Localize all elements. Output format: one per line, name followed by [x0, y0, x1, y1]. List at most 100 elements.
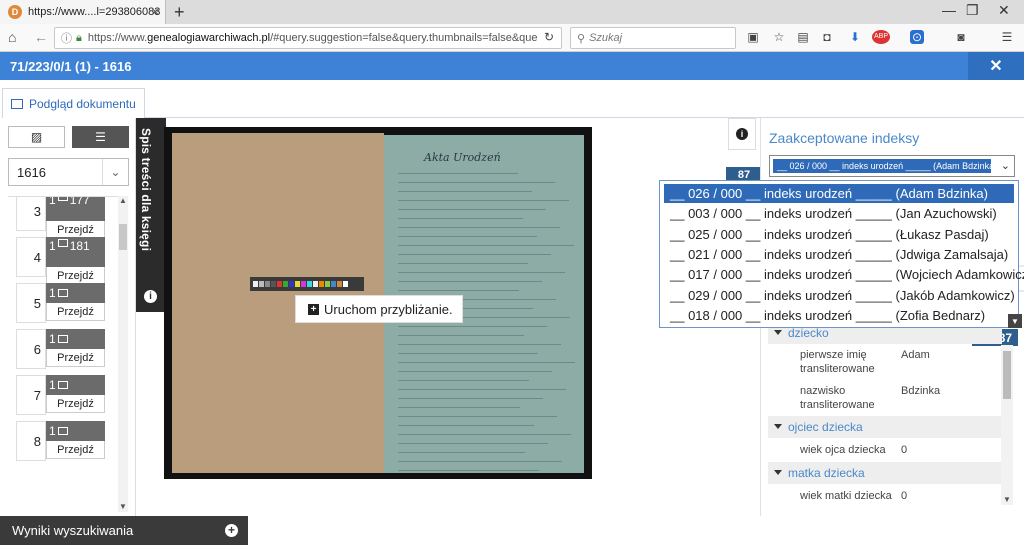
info-button[interactable]: i: [728, 118, 756, 150]
image-icon: ▨: [30, 130, 43, 144]
new-tab-button[interactable]: +: [174, 2, 185, 23]
list-icon: ☰: [95, 130, 106, 144]
page-list-scrollbar[interactable]: ▲ ▼: [118, 196, 128, 512]
badge-count: 1: [49, 332, 56, 346]
section-father[interactable]: ojciec dziecka: [768, 416, 1002, 438]
chevron-down-icon: ⌄: [102, 159, 128, 185]
page-select[interactable]: 1616 ⌄: [8, 158, 129, 186]
scan-handwriting-line: [398, 425, 534, 426]
pocket-icon[interactable]: ◘: [820, 30, 834, 44]
home-icon[interactable]: ⌂: [8, 29, 16, 45]
page-list-item[interactable]: 5 1 Przejdź: [8, 283, 118, 329]
dropdown-option[interactable]: __ 029 / 000 __ indeks urodzeń _____ (Ja…: [664, 286, 1015, 305]
browser-tab-bar: D https://www....l=293806083 × + — ❐ ✕: [0, 0, 1024, 24]
image-icon: [57, 197, 68, 201]
menu-icon[interactable]: ☰: [1000, 30, 1014, 44]
reload-icon[interactable]: ↻: [544, 30, 554, 44]
page-list-item[interactable]: 3 1 177 Przejdź: [8, 197, 118, 239]
record-row: pierwsze imię transliterowane Adam: [768, 348, 1002, 384]
scan-handwriting-line: [398, 470, 539, 471]
dropdown-scroll-down-icon[interactable]: ▼: [1008, 314, 1022, 328]
page-select-value: 1616: [17, 164, 46, 180]
dropdown-option[interactable]: __ 017 / 000 __ indeks urodzeń _____ (Wo…: [664, 265, 1024, 284]
goto-button[interactable]: Przejdź: [46, 395, 105, 413]
dropdown-option[interactable]: __ 025 / 000 __ indeks urodzeń _____ (Łu…: [664, 225, 1014, 244]
minimize-icon[interactable]: —: [942, 2, 956, 18]
record-scrollbar[interactable]: ▼: [1001, 345, 1013, 505]
page-number: 5: [16, 283, 46, 323]
dropdown-option[interactable]: __ 018 / 000 __ indeks urodzeń _____ (Zo…: [664, 306, 1014, 325]
zoom-label: Uruchom przybliżanie.: [324, 301, 453, 317]
toc-label: Spis treści dla księgi: [139, 128, 153, 252]
url-bar[interactable]: ⓘ 🔒︎ https://www. genealogiawarchiwach.pl…: [54, 27, 562, 49]
adblock-icon[interactable]: ABP: [872, 30, 890, 44]
close-viewer-button[interactable]: ✕: [968, 52, 1024, 80]
badge-count: 1: [49, 378, 56, 392]
scan-handwriting-line: [398, 380, 529, 381]
scrollbar-thumb[interactable]: [119, 224, 127, 250]
plus-circle-icon[interactable]: +: [225, 524, 238, 537]
tab-label: Podgląd dokumentu: [29, 96, 136, 111]
tab-close-icon[interactable]: ×: [151, 4, 159, 19]
goto-button[interactable]: Przejdź: [46, 349, 105, 367]
start-zoom-button[interactable]: + Uruchom przybliżanie.: [295, 295, 463, 323]
section-mother[interactable]: matka dziecka: [768, 462, 1002, 484]
scan-handwriting-line: [398, 344, 561, 345]
screenshot-icon[interactable]: ◙: [954, 30, 968, 44]
download-icon[interactable]: ⬇: [848, 30, 862, 44]
field-label: wiek matki dziecka: [800, 490, 892, 502]
index-select-value: __ 026 / 000 __ indeks urodzeń _____ (Ad…: [773, 159, 991, 173]
scroll-up-icon[interactable]: ▲: [118, 196, 128, 206]
scan-handwriting-line: [398, 263, 528, 264]
scan-handwriting-line: [398, 245, 574, 246]
scrollbar-thumb[interactable]: [1003, 351, 1011, 399]
scan-handwriting-line: [398, 452, 525, 453]
page-list-item[interactable]: 7 1 Przejdź: [8, 375, 118, 421]
back-icon[interactable]: ←: [34, 29, 48, 45]
thumbnail-view-button[interactable]: ▨: [8, 126, 65, 148]
page-number: 8: [16, 421, 46, 461]
dropdown-option[interactable]: __ 021 / 000 __ indeks urodzeń _____ (Jd…: [664, 245, 1014, 264]
bookmark-star-icon[interactable]: ☆: [772, 30, 786, 44]
browser-tab[interactable]: D https://www....l=293806083 ×: [0, 0, 166, 24]
document-tab-row: Podgląd dokumentu: [0, 80, 1024, 118]
badge-count: 1: [49, 286, 56, 300]
info-icon: ⓘ: [61, 33, 72, 45]
goto-button[interactable]: Przejdź: [46, 441, 105, 459]
page-index-badge: 1: [46, 283, 105, 303]
index-select[interactable]: __ 026 / 000 __ indeks urodzeń _____ (Ad…: [769, 155, 1015, 177]
document-title: 71/223/0/1 (1) - 1616: [10, 59, 132, 74]
search-results-bar[interactable]: Wyniki wyszukiwania +: [0, 516, 248, 545]
scan-handwriting-line: [398, 434, 571, 435]
list-view-button[interactable]: ☰: [72, 126, 129, 148]
search-input[interactable]: ⚲ Szukaj: [570, 27, 736, 49]
window-close-icon[interactable]: ✕: [998, 2, 1010, 19]
dropdown-option[interactable]: __ 026 / 000 __ indeks urodzeń _____ (Ad…: [664, 184, 1014, 203]
caret-down-icon: [774, 470, 782, 475]
info-icon[interactable]: i: [144, 290, 157, 303]
browser-tab-title: https://www....l=293806083: [28, 6, 161, 18]
tab-document-preview[interactable]: Podgląd dokumentu: [2, 88, 145, 118]
index-dropdown-list[interactable]: __ 026 / 000 __ indeks urodzeń _____ (Ad…: [659, 180, 1024, 328]
page-list-item[interactable]: 4 1 181 Przejdź: [8, 237, 118, 285]
page-list-item[interactable]: 8 1 Przejdź: [8, 421, 118, 467]
site-favicon-icon: D: [8, 5, 22, 19]
page-list-item[interactable]: 6 1 Przejdź: [8, 329, 118, 375]
dropdown-option[interactable]: __ 003 / 000 __ indeks urodzeń _____ (Ja…: [664, 204, 1014, 223]
sync-icon[interactable]: ⊙: [910, 30, 924, 44]
restore-icon[interactable]: ❐: [966, 2, 979, 19]
caret-down-icon: [774, 424, 782, 429]
reading-list-icon[interactable]: ▤: [796, 30, 810, 44]
page-index-badge: 1 177: [46, 197, 105, 221]
scroll-down-icon[interactable]: ▼: [118, 502, 128, 512]
goto-button[interactable]: Przejdź: [46, 303, 105, 321]
scan-handwriting-line: [398, 272, 565, 273]
scan-handwriting-line: [398, 353, 538, 354]
section-label: ojciec dziecka: [788, 420, 863, 434]
scan-handwriting-line: [398, 173, 518, 174]
extension-icon[interactable]: ▣: [746, 30, 760, 44]
scan-handwriting-line: [398, 281, 542, 282]
scroll-down-icon[interactable]: ▼: [1001, 495, 1013, 505]
field-label: wiek ojca dziecka: [800, 444, 886, 456]
table-of-contents-tab[interactable]: Spis treści dla księgi i: [136, 118, 166, 312]
